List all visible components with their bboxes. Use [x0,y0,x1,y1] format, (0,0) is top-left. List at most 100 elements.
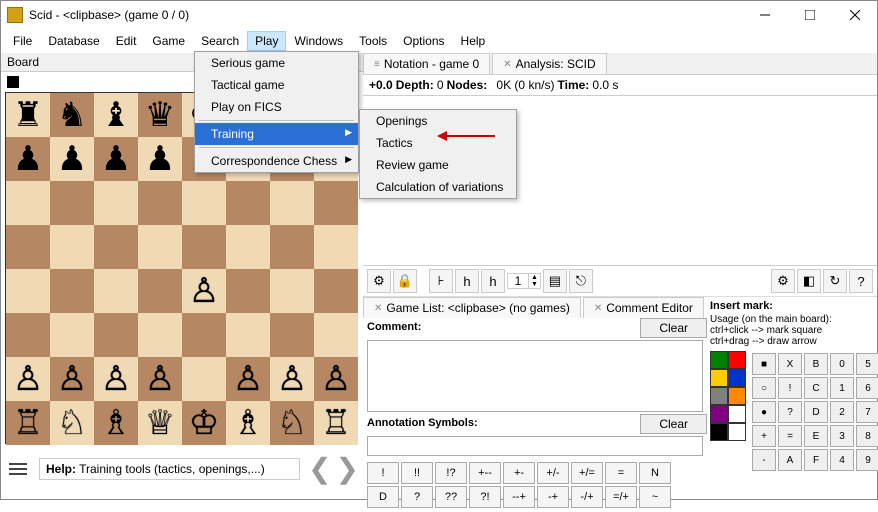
square[interactable] [314,269,358,313]
next-parenthesis-icon[interactable]: ❯ [334,452,361,486]
annotation-button[interactable]: -+ [537,486,569,508]
mark-cell[interactable]: A [778,449,802,471]
annotation-button[interactable]: N [639,462,671,484]
mark-cell[interactable]: 1 [830,377,854,399]
square[interactable]: ♕ [138,401,182,445]
square[interactable]: ♔ [182,401,226,445]
maximize-button[interactable] [787,1,832,29]
board-icon[interactable]: ◧ [797,269,821,293]
clear-annotation-button[interactable]: Clear [640,414,707,434]
annotation-button[interactable]: +-- [469,462,501,484]
close-tab-icon[interactable]: ✕ [374,303,382,314]
color-swatch[interactable] [710,423,728,441]
square[interactable]: ♛ [138,93,182,137]
square[interactable]: ♙ [226,357,270,401]
square[interactable] [138,269,182,313]
annotation-button[interactable]: +/- [537,462,569,484]
refresh-icon[interactable]: ↻ [823,269,847,293]
color-swatch[interactable] [710,369,728,387]
square[interactable]: ♜ [6,93,50,137]
close-button[interactable] [832,1,877,29]
mark-cell[interactable]: 9 [856,449,878,471]
mark-cell[interactable]: 7 [856,401,878,423]
square[interactable] [182,313,226,357]
square[interactable] [226,313,270,357]
engine-settings-icon[interactable]: ⚙ [367,269,391,293]
square[interactable] [94,181,138,225]
color-swatch[interactable] [728,351,746,369]
mark-cell[interactable]: 5 [856,353,878,375]
mark-cell[interactable]: ● [752,401,776,423]
annotation-button[interactable]: !! [401,462,433,484]
prev-parenthesis-icon[interactable]: ❮ [306,452,333,486]
mark-cell[interactable]: ? [778,401,802,423]
hamburger-icon[interactable] [3,457,33,481]
tab-analysis[interactable]: ✕Analysis: SCID [492,53,606,74]
color-swatch[interactable] [710,405,728,423]
square[interactable]: ♙ [270,357,314,401]
square[interactable] [6,269,50,313]
menu-windows[interactable]: Windows [286,31,351,51]
menu-tools[interactable]: Tools [351,31,395,51]
square[interactable] [226,181,270,225]
square[interactable] [6,225,50,269]
color-swatch[interactable] [728,405,746,423]
square[interactable] [94,269,138,313]
square[interactable]: ♗ [94,401,138,445]
annotation-button[interactable]: ?? [435,486,467,508]
square[interactable] [138,225,182,269]
annotation-button[interactable]: -/+ [571,486,603,508]
square[interactable] [314,313,358,357]
square[interactable] [226,225,270,269]
square[interactable] [138,313,182,357]
play-training[interactable]: Training [195,123,358,145]
square[interactable] [182,225,226,269]
menu-edit[interactable]: Edit [108,31,145,51]
menu-options[interactable]: Options [395,31,452,51]
square[interactable] [6,313,50,357]
mark-cell[interactable]: C [804,377,828,399]
annotation-button[interactable]: ! [367,462,399,484]
mark-cell[interactable]: 2 [830,401,854,423]
square[interactable]: ♟ [6,137,50,181]
menu-play[interactable]: Play [247,31,286,51]
square[interactable] [270,181,314,225]
square[interactable] [182,181,226,225]
mark-cell[interactable]: E [804,425,828,447]
config-icon[interactable]: ⚙ [771,269,795,293]
square[interactable]: ♟ [138,137,182,181]
mark-cell[interactable]: F [804,449,828,471]
square[interactable]: ♙ [138,357,182,401]
play-on-fics[interactable]: Play on FICS [195,96,358,118]
square[interactable]: ♟ [50,137,94,181]
square[interactable] [314,225,358,269]
close-tab-icon[interactable]: ✕ [503,59,511,70]
square[interactable]: ♙ [94,357,138,401]
training-review-game[interactable]: Review game [360,154,516,176]
square[interactable] [94,225,138,269]
tab-gamelist[interactable]: ✕Game List: <clipbase> (no games) [363,297,581,318]
square[interactable] [182,357,226,401]
mark-cell[interactable]: 8 [856,425,878,447]
mark-cell[interactable]: 6 [856,377,878,399]
square[interactable]: ♟ [94,137,138,181]
square[interactable] [50,313,94,357]
square[interactable] [138,181,182,225]
square[interactable]: ♘ [50,401,94,445]
square[interactable]: ♙ [6,357,50,401]
annotation-button[interactable]: ~ [639,486,671,508]
menu-database[interactable]: Database [40,31,107,51]
annotation-button[interactable]: ? [401,486,433,508]
mark-cell[interactable]: 3 [830,425,854,447]
annotation-button[interactable]: --+ [503,486,535,508]
color-swatch[interactable] [728,423,746,441]
play-tactical-game[interactable]: Tactical game [195,74,358,96]
mark-cell[interactable]: + [752,425,776,447]
square[interactable] [226,269,270,313]
menu-file[interactable]: File [5,31,40,51]
square[interactable] [94,313,138,357]
square[interactable] [270,313,314,357]
help-icon[interactable]: ? [849,269,873,293]
annotation-input[interactable] [367,436,703,456]
annotation-button[interactable]: +- [503,462,535,484]
